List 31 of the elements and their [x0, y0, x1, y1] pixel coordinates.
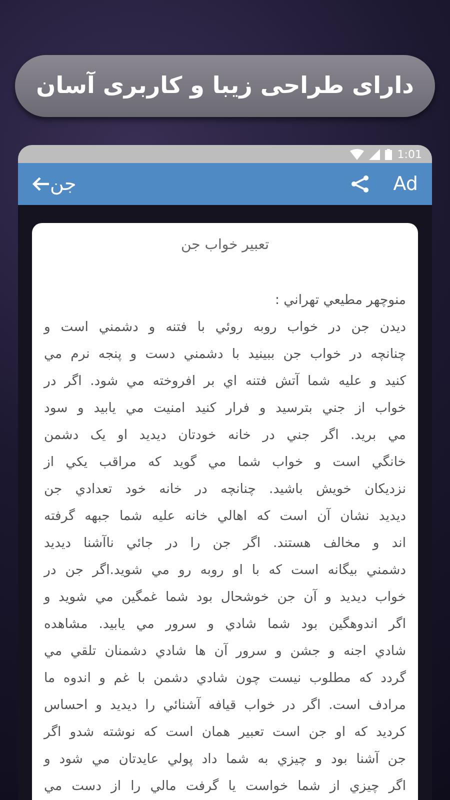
article-text-line: كنيد و عليه شما آتش فتنه اي بر افروخته مي شود. اگر در	[44, 372, 406, 391]
article-text-line: جن آشنا بود و چيزي به شما داد پولي عايدتان مي شود و	[44, 750, 406, 769]
article-text-line: مرادف است. اگر در خواب قيافه آشنائي را ديديد و احساس	[44, 696, 406, 715]
article-text-line: اگر اندوهگين بود شما شادي و سرور مي يابيد. مشاهده	[44, 615, 406, 634]
article-text-line: اگر چيزي از شما خواست يا گرفت مالي را از دست مي	[44, 777, 406, 796]
banner-title: دارای طراحی زیبا و کاربری آسان	[15, 55, 435, 117]
status-time: 1:01	[397, 148, 422, 161]
article-text-line: مي بريد. اگر جني در خانه خودتان ديديد او يک دشمن	[44, 426, 406, 445]
article-text-line: خانگي است و خواب شما مي گويد كه مراقب يكي از	[44, 453, 406, 472]
article-text-line: خواب از جني بترسيد و فرار كنيد امنيت مي يابيد و سود	[44, 400, 406, 418]
article-text-line: چنانچه در خواب جن ببينيد با دشمني دست و پنجه نرم مي	[44, 346, 406, 364]
article-text-line: نزديكان خويش باشيد. چنانچه در خانه خود تعدادي جن	[44, 481, 406, 499]
share-icon	[351, 175, 370, 194]
article-heading: تعبير خواب جن	[180, 237, 270, 253]
share-button[interactable]	[351, 175, 370, 194]
article-text-line: دشمني بيگانه است كه با او روبه رو مي شويد.اگر جن در	[44, 561, 406, 580]
back-button[interactable]	[32, 176, 50, 192]
app-bar-title: جن	[50, 173, 76, 196]
article-text-line: كرديد كه او جن است تعبير همان است كه نوشته شدو اگر	[44, 723, 406, 742]
article-text-line: ديديد نشان آن است كه اهالي خانه عليه شما جبهه گرفته	[44, 506, 406, 526]
article-text-line: اند و مخالف هستند. اگر جن را در جائي ناآشنا ديديد	[44, 534, 406, 553]
arrow-left-icon	[32, 176, 50, 192]
wifi-icon	[350, 148, 364, 160]
article-text-line: شادي اجنه و جشن و سرور آن ها شادي دشمنان تلقي مي	[44, 642, 406, 661]
battery-icon	[385, 148, 392, 160]
ad-label[interactable]: Ad	[393, 173, 418, 196]
article-text-line: خواب ديديد و آن جن خوشحال بود شما غمگين مي شويد و	[44, 588, 406, 607]
signal-icon	[369, 148, 380, 160]
article-text-line: گردد كه مطلوب نيست چون شادي دشمن با غم و اندوه ما	[44, 669, 406, 688]
article-text-line: ديدن جن در خواب روبه روئي با فتنه و دشمني است و	[44, 319, 406, 337]
article-text-line: منوچهر مطيعي تهراني :	[274, 292, 406, 310]
